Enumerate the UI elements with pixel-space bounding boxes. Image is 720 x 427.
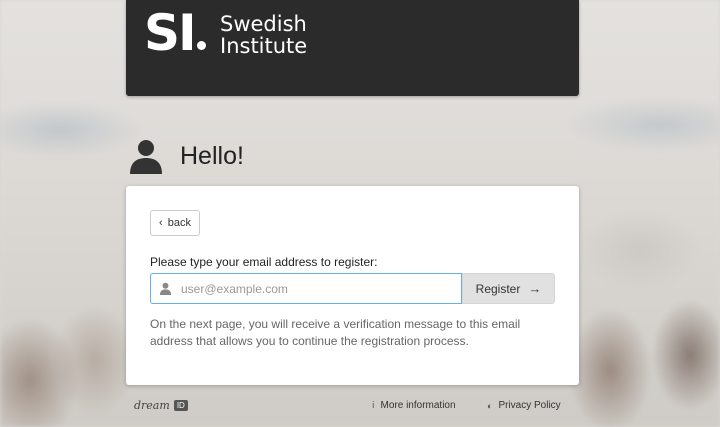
email-addon <box>150 273 180 304</box>
privacy-policy-link[interactable]: ◐ Privacy Policy <box>487 400 561 411</box>
email-prompt-label: Please type your email address to regist… <box>150 255 378 269</box>
user-icon <box>130 140 162 174</box>
greeting-row: Hello! <box>128 136 244 176</box>
help-text: On the next page, you will receive a ver… <box>150 317 521 348</box>
back-button[interactable]: ‹ back <box>150 210 200 236</box>
page-title: Hello! <box>180 141 244 170</box>
back-button-label: back <box>167 217 191 229</box>
header-banner: SI Swedish Institute <box>126 0 579 96</box>
register-card: ‹ back Please type your email address to… <box>126 186 579 385</box>
more-information-label: More information <box>380 400 456 411</box>
si-logo-mark: SI <box>144 6 206 60</box>
user-icon <box>159 282 172 295</box>
email-input-group: Register → <box>150 273 555 304</box>
logo-line-1: Swedish <box>220 12 307 36</box>
privacy-policy-label: Privacy Policy <box>498 400 561 411</box>
logo-line-2: Institute <box>220 34 308 58</box>
dreamid-logo[interactable]: dream ID <box>134 399 188 412</box>
footer-brand-badge: ID <box>173 400 188 411</box>
info-icon: ⅰ <box>372 400 375 410</box>
register-button-label: Register <box>475 281 521 296</box>
chevron-left-icon: ‹ <box>159 217 163 229</box>
si-logo-text: Swedish Institute <box>220 13 307 57</box>
email-field[interactable] <box>180 273 462 304</box>
more-information-link[interactable]: ⅰ More information <box>372 400 456 411</box>
arrow-right-icon: → <box>528 281 542 296</box>
shield-icon: ◐ <box>487 400 493 411</box>
register-button[interactable]: Register → <box>462 273 555 304</box>
footer-brand-text: dream <box>134 399 170 412</box>
